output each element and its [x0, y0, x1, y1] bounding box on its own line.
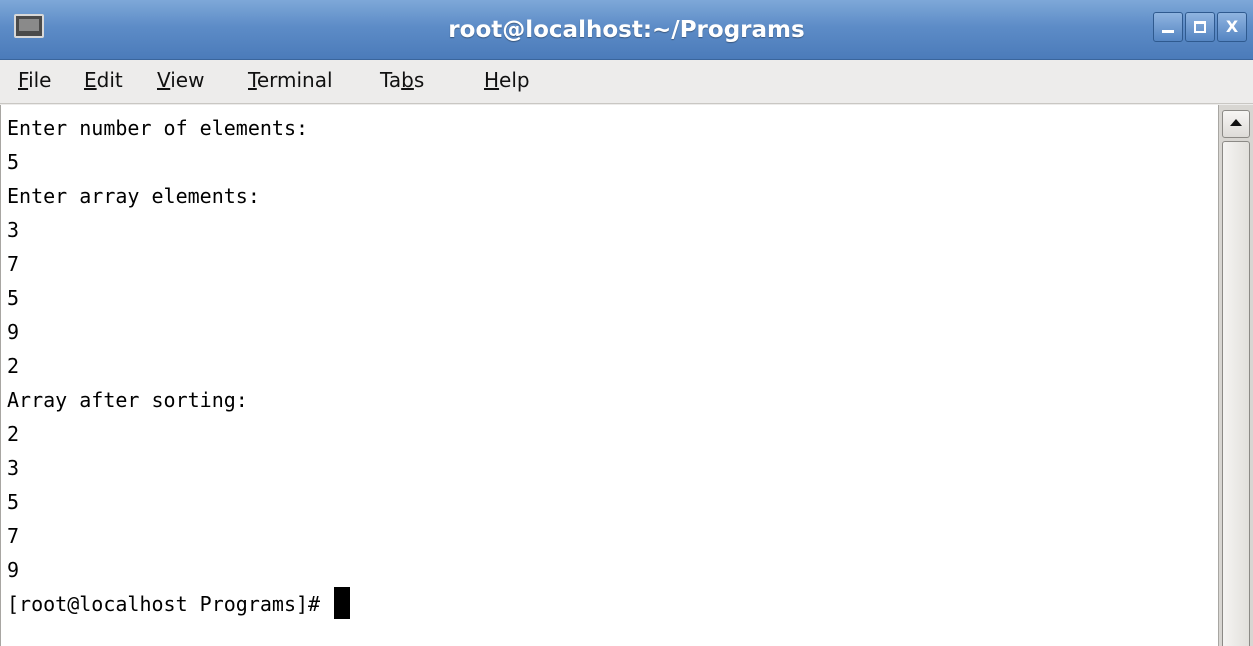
- terminal-line: 2: [7, 354, 20, 378]
- scrollbar-thumb[interactable]: [1222, 141, 1250, 646]
- terminal-line: Enter number of elements:: [7, 116, 309, 140]
- menu-file-label: ile: [28, 68, 52, 92]
- shell-prompt: [root@localhost Programs]#: [7, 592, 333, 616]
- menu-edit-mnemonic: E: [84, 68, 97, 92]
- scroll-up-arrow-icon[interactable]: [1222, 110, 1250, 138]
- menu-tabs[interactable]: Tabs: [380, 60, 424, 103]
- menu-terminal-label: erminal: [256, 68, 333, 92]
- menu-edit[interactable]: Edit: [84, 60, 123, 103]
- terminal-line: 5: [7, 490, 20, 514]
- terminal-line: 7: [7, 252, 20, 276]
- terminal-line: 9: [7, 558, 20, 582]
- menu-tabs-mnemonic: b: [401, 68, 414, 92]
- menu-tabs-prefix: Ta: [380, 68, 402, 92]
- terminal-output[interactable]: Enter number of elements: 5 Enter array …: [0, 105, 1218, 646]
- terminal-line: 9: [7, 320, 20, 344]
- terminal-line: 5: [7, 286, 20, 310]
- menu-file-mnemonic: F: [18, 68, 29, 92]
- menu-tabs-label: s: [413, 68, 425, 92]
- terminal-window: root@localhost:~/Programs X File Edit Vi…: [0, 0, 1253, 646]
- terminal-line: 3: [7, 456, 20, 480]
- title-bar[interactable]: root@localhost:~/Programs X: [0, 0, 1253, 60]
- menu-help-mnemonic: H: [484, 68, 500, 92]
- maximize-icon[interactable]: [1185, 12, 1215, 42]
- menu-help-label: elp: [499, 68, 530, 92]
- menu-view-mnemonic: V: [157, 68, 171, 92]
- menu-file[interactable]: File: [18, 60, 51, 103]
- menu-help[interactable]: Help: [484, 60, 530, 103]
- terminal-line: Array after sorting:: [7, 388, 248, 412]
- terminal-line: 3: [7, 218, 20, 242]
- minimize-icon[interactable]: [1153, 12, 1183, 42]
- vertical-scrollbar[interactable]: [1218, 105, 1253, 646]
- terminal-line: 5: [7, 150, 20, 174]
- close-icon[interactable]: X: [1217, 12, 1247, 42]
- window-controls: X: [1153, 12, 1247, 42]
- menu-terminal[interactable]: Terminal: [248, 60, 333, 103]
- prompt-line[interactable]: [root@localhost Programs]#: [7, 587, 351, 621]
- menu-terminal-mnemonic: T: [248, 68, 257, 92]
- terminal-line: 7: [7, 524, 20, 548]
- terminal-line: Enter array elements:: [7, 184, 260, 208]
- text-cursor: [334, 587, 351, 619]
- menu-view-label: iew: [170, 68, 205, 92]
- window-title: root@localhost:~/Programs: [448, 17, 805, 43]
- terminal-line: 2: [7, 422, 20, 446]
- menu-bar: File Edit View Terminal Tabs Help: [0, 60, 1253, 104]
- menu-view[interactable]: View: [157, 60, 204, 103]
- menu-edit-label: dit: [96, 68, 123, 92]
